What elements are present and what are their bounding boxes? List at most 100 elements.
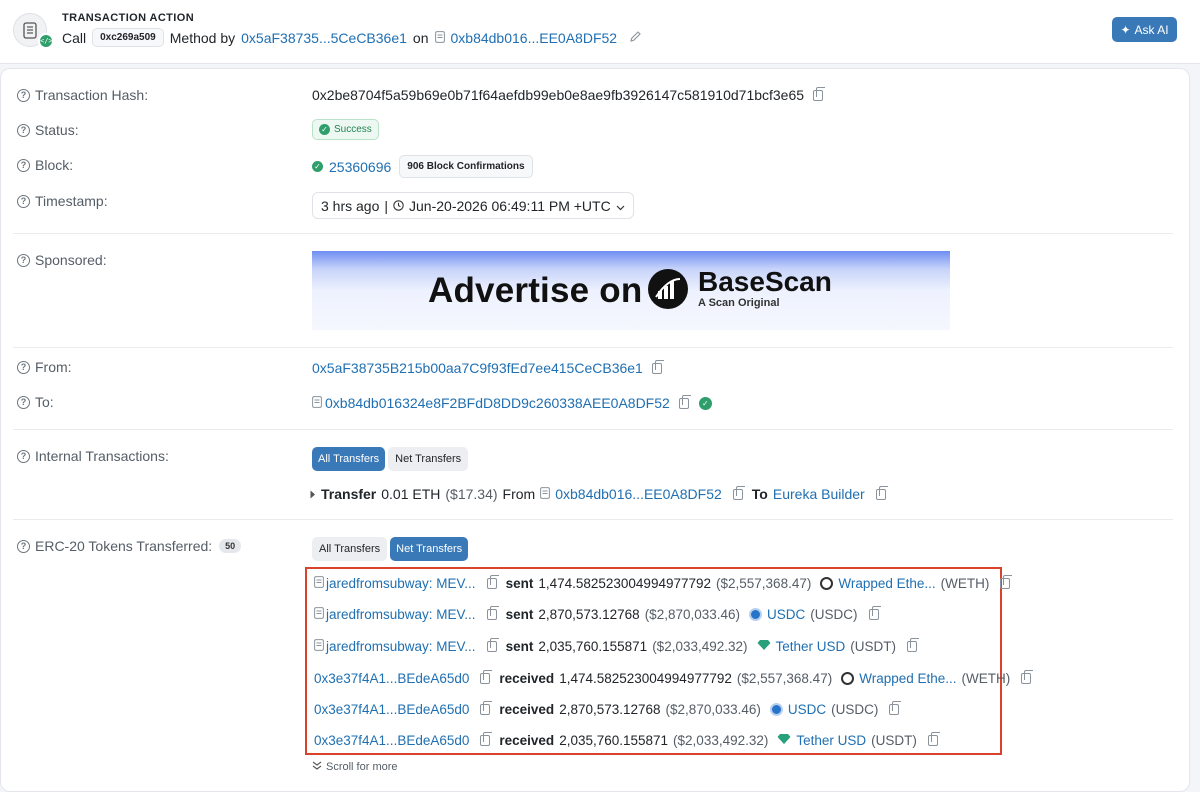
transfer-amount: 2,035,760.155871 <box>559 733 669 748</box>
sponsored-banner[interactable]: Advertise on BaseScan A Scan Original <box>312 251 950 330</box>
token-transfer-row: 0x3e37f4A1...BEdeA65d0 received 2,870,57… <box>314 701 902 717</box>
token-link[interactable]: Wrapped Ethe... <box>838 576 935 591</box>
copy-icon[interactable] <box>486 606 499 620</box>
to-address-link[interactable]: 0xb84db016324e8F2BFdD8DD9c260338AEE0A8DF… <box>325 395 670 411</box>
timestamp-separator: | <box>384 197 389 214</box>
help-icon[interactable]: ? <box>17 539 30 553</box>
from-label: From: <box>35 359 72 375</box>
transfer-action: sent <box>505 639 534 654</box>
copy-icon[interactable] <box>480 732 493 746</box>
copy-icon[interactable] <box>480 701 493 715</box>
copy-icon[interactable] <box>907 638 920 652</box>
transfer-amount: 0.01 ETH <box>381 486 441 502</box>
erc20-all-transfers-tab[interactable]: All Transfers <box>312 537 388 561</box>
help-icon[interactable]: ? <box>17 253 30 267</box>
transfer-amount: 2,870,573.12768 <box>559 702 661 717</box>
party-link[interactable]: jaredfromsubway: MEV... <box>326 639 476 654</box>
help-icon[interactable]: ? <box>17 449 30 463</box>
transfer-usd: ($2,870,033.46) <box>665 702 761 717</box>
timestamp-label: Timestamp: <box>35 193 108 209</box>
status-badge: ✓ Success <box>312 119 379 140</box>
token-symbol: (USDT) <box>850 639 897 654</box>
copy-icon[interactable] <box>678 394 691 409</box>
usdt-token-icon <box>777 733 791 748</box>
transfer-amount: 2,035,760.155871 <box>538 639 648 654</box>
timestamp-full: Jun-20-2026 06:49:11 PM +UTC <box>409 197 611 214</box>
internal-net-transfers-tab[interactable]: Net Transfers <box>388 447 469 471</box>
chevron-down-icon <box>616 198 625 214</box>
copy-icon[interactable] <box>927 732 940 746</box>
transfer-from-link[interactable]: 0xb84db016...EE0A8DF52 <box>555 486 722 502</box>
weth-token-icon <box>820 577 834 590</box>
erc20-label: ERC-20 Tokens Transferred: <box>35 538 213 554</box>
party-link[interactable]: 0x3e37f4A1...BEdeA65d0 <box>314 733 469 748</box>
edit-icon[interactable] <box>629 30 642 46</box>
sparkle-icon: ✦ <box>1120 22 1131 37</box>
transfer-action: sent <box>505 576 534 591</box>
copy-icon[interactable] <box>732 485 745 500</box>
scroll-for-more[interactable]: Scroll for more <box>312 761 398 773</box>
token-transfers-list: jaredfromsubway: MEV... sent 1,474.58252… <box>305 567 1034 755</box>
copy-icon[interactable] <box>1000 575 1013 589</box>
help-icon[interactable]: ? <box>17 88 30 102</box>
status-label-row: ? Status: <box>17 122 79 138</box>
transfer-action: sent <box>505 607 534 622</box>
tx-hash: 0x2be8704f5a59b69e0b71f64aefdb99eb0e8ae9… <box>312 87 805 103</box>
to-label: To: <box>35 394 54 410</box>
block-label-row: ? Block: <box>17 157 73 173</box>
code-icon: </> <box>38 33 54 49</box>
contract-address-link[interactable]: 0xb84db016...EE0A8DF52 <box>451 30 618 46</box>
token-link[interactable]: USDC <box>767 607 805 622</box>
token-symbol: (WETH) <box>940 576 990 591</box>
party-link[interactable]: jaredfromsubway: MEV... <box>326 576 476 591</box>
ask-ai-button[interactable]: ✦ Ask AI <box>1112 17 1177 42</box>
copy-icon[interactable] <box>1021 670 1034 684</box>
copy-icon[interactable] <box>868 606 881 620</box>
from-address-link[interactable]: 0x5aF38735B215b00aa7C9f93fEd7ee415CeCB36… <box>312 360 643 376</box>
transfer-usd: ($2,557,368.47) <box>716 576 812 591</box>
copy-icon[interactable] <box>813 86 826 101</box>
status-label: Status: <box>35 122 79 138</box>
help-icon[interactable]: ? <box>17 395 30 409</box>
party-link[interactable]: jaredfromsubway: MEV... <box>326 607 476 622</box>
copy-icon[interactable] <box>651 359 664 374</box>
timestamp-dropdown[interactable]: 3 hrs ago | Jun-20-2026 06:49:11 PM +UTC <box>312 192 634 219</box>
transaction-action-line: Call 0xc269a509 Method by 0x5aF38735...5… <box>62 28 642 47</box>
transfer-amount: 2,870,573.12768 <box>538 607 640 622</box>
token-link[interactable]: Wrapped Ethe... <box>859 671 956 686</box>
internal-tabs: All Transfers Net Transfers <box>312 447 469 471</box>
copy-icon[interactable] <box>889 701 902 715</box>
copy-icon[interactable] <box>486 575 499 589</box>
block-number-link[interactable]: 25360696 <box>329 159 391 175</box>
erc20-label-row: ? ERC-20 Tokens Transferred: 50 <box>17 538 242 554</box>
erc20-tabs: All Transfers Net Transfers <box>312 537 469 561</box>
token-link[interactable]: USDC <box>788 702 826 717</box>
help-icon[interactable]: ? <box>17 194 30 208</box>
copy-icon[interactable] <box>486 638 499 652</box>
timestamp-value: 3 hrs ago | Jun-20-2026 06:49:11 PM +UTC <box>312 192 634 219</box>
token-symbol: (USDT) <box>871 733 917 748</box>
copy-icon[interactable] <box>875 485 888 500</box>
block-value: ✓ 25360696 906 Block Confirmations <box>312 155 533 178</box>
usdt-token-icon <box>757 639 771 654</box>
transfer-amount: 1,474.582523004994977792 <box>559 671 732 686</box>
transaction-action-header: </> TRANSACTION ACTION Call 0xc269a509 M… <box>0 0 1200 64</box>
token-transfer-row: 0x3e37f4A1...BEdeA65d0 received 1,474.58… <box>314 670 1034 686</box>
copy-icon[interactable] <box>480 670 493 684</box>
internal-all-transfers-tab[interactable]: All Transfers <box>312 447 386 471</box>
contract-icon <box>312 395 322 411</box>
call-label: Call <box>62 29 87 46</box>
party-link[interactable]: 0x3e37f4A1...BEdeA65d0 <box>314 671 469 686</box>
token-link[interactable]: Tether USD <box>776 639 846 654</box>
help-icon[interactable]: ? <box>17 158 30 172</box>
help-icon[interactable]: ? <box>17 123 30 137</box>
party-link[interactable]: 0x3e37f4A1...BEdeA65d0 <box>314 702 469 717</box>
internal-label: Internal Transactions: <box>35 448 169 464</box>
transfer-to-link[interactable]: Eureka Builder <box>773 486 865 502</box>
method-by-address-link[interactable]: 0x5aF38735...5CeCB36e1 <box>241 30 407 46</box>
caret-right-icon[interactable] <box>310 486 316 502</box>
erc20-net-transfers-tab[interactable]: Net Transfers <box>390 537 469 561</box>
token-link[interactable]: Tether USD <box>796 733 866 748</box>
divider <box>13 347 1173 348</box>
help-icon[interactable]: ? <box>17 360 30 374</box>
